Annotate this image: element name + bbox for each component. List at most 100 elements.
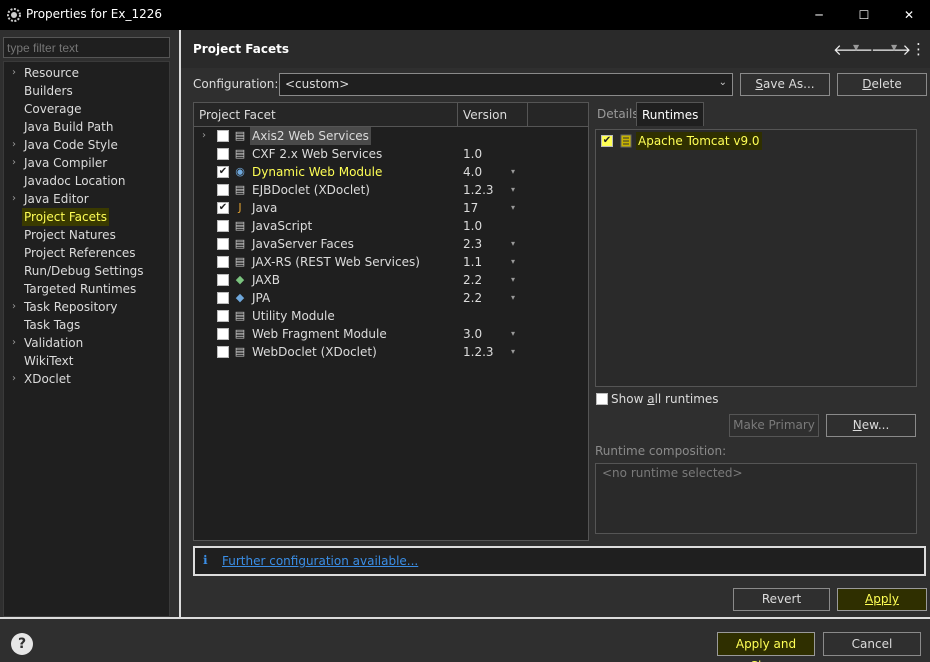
close-button[interactable]: ✕ — [886, 0, 930, 30]
sidebar-item-builders[interactable]: Builders — [24, 82, 73, 100]
cancel-button[interactable]: Cancel — [823, 632, 921, 656]
facet-checkbox[interactable] — [217, 328, 229, 340]
sidebar-item-task-tags[interactable]: Task Tags — [24, 316, 80, 334]
further-configuration-link[interactable]: Further configuration available... — [222, 554, 418, 568]
table-row[interactable]: ▤ JAX-RS (REST Web Services) 1.1 ▾ — [194, 253, 588, 271]
table-row[interactable]: ▤ CXF 2.x Web Services 1.0 — [194, 145, 588, 163]
table-row[interactable]: ▤ JavaScript 1.0 — [194, 217, 588, 235]
sidebar-item-targeted-runtimes[interactable]: Targeted Runtimes — [24, 280, 136, 298]
minimize-button[interactable]: ─ — [796, 0, 842, 30]
new-runtime-button[interactable]: New... — [826, 414, 916, 437]
table-row[interactable]: ▤ JavaServer Faces 2.3 ▾ — [194, 235, 588, 253]
version-dropdown-icon[interactable]: ▾ — [511, 181, 515, 199]
sidebar-item-java-build-path[interactable]: Java Build Path — [24, 118, 113, 136]
facet-version[interactable]: 1.2.3 — [463, 181, 494, 199]
chevron-right-icon[interactable]: › — [12, 190, 22, 208]
version-dropdown-icon[interactable]: ▾ — [511, 253, 515, 271]
table-row[interactable]: ✔ J Java 17 ▾ — [194, 199, 588, 217]
facet-checkbox[interactable]: ✔ — [217, 166, 229, 178]
facet-checkbox[interactable] — [217, 292, 229, 304]
version-dropdown-icon[interactable]: ▾ — [511, 235, 515, 253]
facet-checkbox[interactable] — [217, 310, 229, 322]
sidebar-item-java-code-style[interactable]: Java Code Style — [24, 136, 118, 154]
make-primary-button[interactable]: Make Primary — [729, 414, 819, 437]
save-as-button[interactable]: Save As... — [740, 73, 830, 96]
filter-input[interactable] — [3, 37, 170, 58]
sidebar-item-task-repository[interactable]: Task Repository — [24, 298, 118, 316]
page-title: Project Facets — [193, 42, 289, 56]
table-row[interactable]: ▤ WebDoclet (XDoclet) 1.2.3 ▾ — [194, 343, 588, 361]
chevron-right-icon[interactable]: › — [202, 127, 206, 145]
facet-checkbox[interactable] — [217, 184, 229, 196]
tab-runtimes[interactable]: Runtimes — [636, 102, 705, 126]
sidebar-item-coverage[interactable]: Coverage — [24, 100, 82, 118]
revert-button[interactable]: Revert — [733, 588, 830, 611]
apply-and-close-button[interactable]: Apply and Close — [717, 632, 815, 662]
chevron-right-icon[interactable]: › — [12, 136, 22, 154]
table-row[interactable]: ◆ JAXB 2.2 ▾ — [194, 271, 588, 289]
sidebar-item-run-debug-settings[interactable]: Run/Debug Settings — [24, 262, 144, 280]
table-row[interactable]: › ▤ Axis2 Web Services — [194, 127, 588, 145]
facet-version[interactable]: 2.2 — [463, 289, 482, 307]
version-dropdown-icon[interactable]: ▾ — [511, 325, 515, 343]
table-row[interactable]: ▤ EJBDoclet (XDoclet) 1.2.3 ▾ — [194, 181, 588, 199]
delete-button[interactable]: Delete — [837, 73, 927, 96]
apply-button[interactable]: Apply — [837, 588, 927, 611]
maximize-button[interactable]: ☐ — [841, 0, 887, 30]
facet-checkbox[interactable] — [217, 274, 229, 286]
sidebar-item-validation[interactable]: Validation — [24, 334, 83, 352]
sidebar-item-project-facets[interactable]: Project Facets — [22, 208, 109, 226]
facet-checkbox[interactable] — [217, 130, 229, 142]
facet-version[interactable]: 1.1 — [463, 253, 482, 271]
table-row[interactable]: ◆ JPA 2.2 ▾ — [194, 289, 588, 307]
facet-version[interactable]: 1.2.3 — [463, 343, 494, 361]
chevron-right-icon[interactable]: › — [12, 370, 22, 388]
chevron-right-icon[interactable]: › — [12, 298, 22, 316]
page-icon: ▤ — [234, 147, 246, 160]
facet-version[interactable]: 2.3 — [463, 235, 482, 253]
back-dropdown-icon[interactable]: ▼ — [853, 43, 859, 52]
runtime-checkbox[interactable]: ✔ — [601, 135, 613, 147]
sidebar-item-project-references[interactable]: Project References — [24, 244, 136, 262]
facet-checkbox[interactable] — [217, 220, 229, 232]
facet-checkbox[interactable] — [217, 238, 229, 250]
show-all-runtimes-checkbox[interactable] — [596, 393, 608, 405]
chevron-right-icon[interactable]: › — [12, 154, 22, 172]
table-row[interactable]: ▤ Utility Module — [194, 307, 588, 325]
table-row[interactable]: ▤ Web Fragment Module 3.0 ▾ — [194, 325, 588, 343]
sidebar-item-java-compiler[interactable]: Java Compiler — [24, 154, 107, 172]
facet-checkbox[interactable] — [217, 346, 229, 358]
column-header-facet[interactable]: Project Facet — [194, 103, 458, 127]
table-row[interactable]: ✔ ◉ Dynamic Web Module 4.0 ▾ — [194, 163, 588, 181]
forward-dropdown-icon[interactable]: ▼ — [891, 43, 897, 52]
sidebar-item-project-natures[interactable]: Project Natures — [24, 226, 116, 244]
version-dropdown-icon[interactable]: ▾ — [511, 271, 515, 289]
facet-name: Java — [252, 201, 278, 215]
column-header-version[interactable]: Version — [458, 103, 528, 127]
facet-version[interactable]: 4.0 — [463, 163, 482, 181]
facet-version[interactable]: 17 — [463, 199, 478, 217]
sidebar-item-resource[interactable]: Resource — [24, 64, 79, 82]
facet-version[interactable]: 1.0 — [463, 217, 482, 235]
facet-version[interactable]: 1.0 — [463, 145, 482, 163]
configuration-combo[interactable]: <custom> ⌄ — [279, 73, 733, 96]
show-all-runtimes-label[interactable]: Show all runtimes — [611, 392, 719, 406]
version-dropdown-icon[interactable]: ▾ — [511, 343, 515, 361]
version-dropdown-icon[interactable]: ▾ — [511, 199, 515, 217]
chevron-right-icon[interactable]: › — [12, 64, 22, 82]
chevron-right-icon[interactable]: › — [12, 334, 22, 352]
sidebar-item-wikitext[interactable]: WikiText — [24, 352, 74, 370]
sidebar-item-javadoc-location[interactable]: Javadoc Location — [24, 172, 125, 190]
help-icon[interactable]: ? — [11, 633, 33, 655]
sidebar-item-xdoclet[interactable]: XDoclet — [24, 370, 71, 388]
facet-checkbox[interactable] — [217, 148, 229, 160]
list-item[interactable]: ✔ Apache Tomcat v9.0 — [600, 132, 900, 150]
facet-checkbox[interactable] — [217, 256, 229, 268]
sidebar-item-java-editor[interactable]: Java Editor — [24, 190, 89, 208]
version-dropdown-icon[interactable]: ▾ — [511, 163, 515, 181]
facet-version[interactable]: 2.2 — [463, 271, 482, 289]
version-dropdown-icon[interactable]: ▾ — [511, 289, 515, 307]
view-menu-icon[interactable]: ⋮ — [911, 40, 926, 58]
facet-checkbox[interactable]: ✔ — [217, 202, 229, 214]
facet-version[interactable]: 3.0 — [463, 325, 482, 343]
